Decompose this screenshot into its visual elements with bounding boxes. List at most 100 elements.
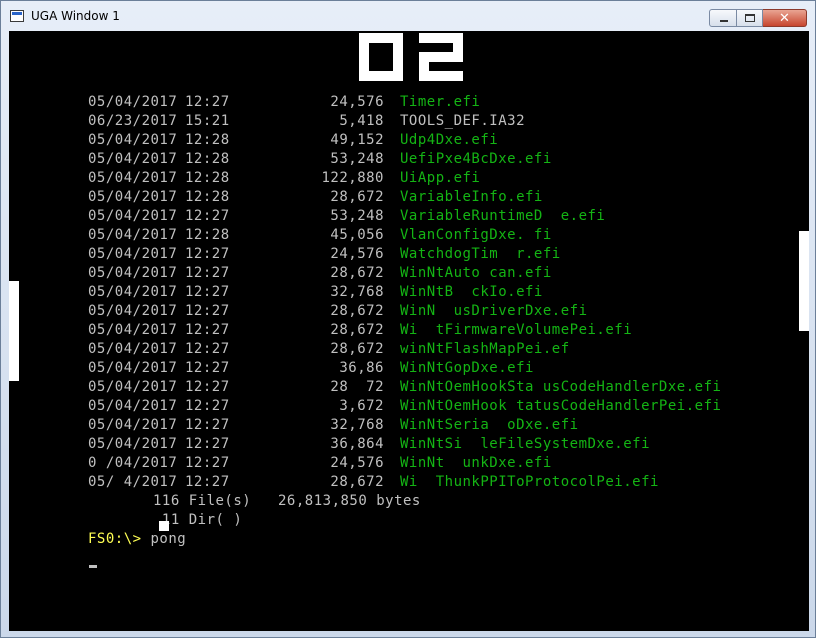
file-name: WinNtSi leFileSystemDxe.efi: [400, 436, 651, 452]
file-date: 05/04/2017: [88, 265, 178, 281]
close-button[interactable]: ✕: [763, 9, 807, 27]
file-size: 28,672: [330, 322, 384, 338]
file-time: 15:21: [185, 113, 230, 129]
file-name: UefiPxe4BcDxe.efi: [400, 151, 552, 167]
file-time: 12:27: [185, 208, 230, 224]
file-size: 53,248: [330, 208, 384, 224]
file-name: WinNtAuto can.efi: [400, 265, 552, 281]
title-bar[interactable]: UGA Window 1 ✕: [1, 1, 815, 31]
file-time: 12:28: [185, 170, 230, 186]
maximize-icon: [745, 14, 755, 22]
file-name: WinNtOemHook tatusCodeHandlerPei.efi: [400, 398, 722, 414]
file-size: 24,576: [330, 455, 384, 471]
prompt-label: FS0:\>: [88, 531, 142, 547]
file-date: 05/04/2017: [88, 322, 178, 338]
file-size: 36,864: [330, 436, 384, 452]
file-name: WinNtGopDxe.efi: [400, 360, 534, 376]
file-size: 3,672: [339, 398, 384, 414]
file-name: Udp4Dxe.efi: [400, 132, 499, 148]
file-time: 12:27: [185, 455, 230, 471]
file-date: 05/04/2017: [88, 341, 178, 357]
file-date: 05/04/2017: [88, 360, 178, 376]
file-name: WatchdogTim r.efi: [400, 246, 561, 262]
shell-prompt: FS0:\> pong: [88, 530, 186, 549]
maximize-button[interactable]: [737, 9, 763, 27]
file-date: 05/04/2017: [88, 170, 178, 186]
file-date: 05/04/2017: [88, 189, 178, 205]
file-time: 12:27: [185, 341, 230, 357]
file-name: winNtFlashMapPei.ef: [400, 341, 570, 357]
file-name: WinNtSeria oDxe.efi: [400, 417, 579, 433]
file-size: 28,672: [330, 265, 384, 281]
file-date: 05/04/2017: [88, 151, 178, 167]
close-icon: ✕: [779, 11, 790, 26]
file-date: 05/04/2017: [88, 417, 178, 433]
file-date: 05/04/2017: [88, 284, 178, 300]
window-controls: ✕: [709, 9, 807, 29]
file-time: 12:27: [185, 94, 230, 110]
file-name: WinNt unkDxe.efi: [400, 455, 552, 471]
file-date: 05/04/2017: [88, 227, 178, 243]
file-date: 05/04/2017: [88, 132, 178, 148]
file-name: Timer.efi: [400, 94, 481, 110]
file-size: 24,576: [330, 94, 384, 110]
file-size: 32,768: [330, 417, 384, 433]
file-name: VariableRuntimeD e.efi: [400, 208, 606, 224]
uga-screen[interactable]: 05/04/2017 12:27 24,576 Timer.efi 06/23/2017…: [9, 31, 809, 631]
file-count-summary: 116 File(s) 26,813,850 bytes: [153, 493, 421, 509]
file-size: 49,152: [330, 132, 384, 148]
left-paddle: [9, 281, 19, 381]
file-size: 122,880: [321, 170, 384, 186]
file-name: VlanConfigDxe. fi: [400, 227, 552, 243]
file-time: 12:27: [185, 322, 230, 338]
score-digits: [359, 33, 463, 81]
file-size: 28 72: [330, 379, 384, 395]
file-name: UiApp.efi: [400, 170, 481, 186]
file-time: 12:27: [185, 474, 230, 490]
file-time: 12:28: [185, 132, 230, 148]
file-date: 0 /04/2017: [88, 455, 178, 471]
file-time: 12:27: [185, 436, 230, 452]
shell-console: 05/04/2017 12:27 24,576 Timer.efi 06/23/2017…: [9, 31, 809, 631]
uga-window: UGA Window 1 ✕ 05/04/2017 12:27 24,576 Time…: [0, 0, 816, 638]
file-size: 28,672: [330, 474, 384, 490]
right-paddle: [799, 231, 809, 331]
file-name: TOOLS_DEF.IA32: [400, 113, 526, 129]
file-name: WinN usDriverDxe.efi: [400, 303, 588, 319]
file-time: 12:27: [185, 360, 230, 376]
file-name: Wi tFirmwareVolumePei.efi: [400, 322, 633, 338]
file-date: 05/04/2017: [88, 436, 178, 452]
pong-score: [359, 33, 463, 81]
file-time: 12:27: [185, 265, 230, 281]
file-date: 05/04/2017: [88, 379, 178, 395]
text-cursor: [89, 565, 97, 568]
file-time: 12:28: [185, 189, 230, 205]
pong-ball: [159, 521, 169, 531]
window-title: UGA Window 1: [31, 9, 120, 23]
score-segment: [359, 33, 369, 62]
file-date: 05/04/2017: [88, 303, 178, 319]
minimize-button[interactable]: [709, 9, 737, 27]
file-time: 12:27: [185, 417, 230, 433]
file-size: 24,576: [330, 246, 384, 262]
minimize-icon: [720, 20, 728, 22]
score-segment: [419, 71, 463, 81]
file-name: WinNtOemHookSta usCodeHandlerDxe.efi: [400, 379, 722, 395]
file-date: 05/ 4/2017: [88, 474, 178, 490]
file-date: 05/04/2017: [88, 94, 178, 110]
file-size: 28,672: [330, 341, 384, 357]
file-size: 28,672: [330, 189, 384, 205]
file-time: 12:27: [185, 284, 230, 300]
file-size: 53,248: [330, 151, 384, 167]
file-time: 12:27: [185, 303, 230, 319]
window-app-icon: [10, 10, 24, 22]
file-time: 12:28: [185, 151, 230, 167]
file-time: 12:27: [185, 246, 230, 262]
file-name: VariableInfo.efi: [400, 189, 543, 205]
file-time: 12:27: [185, 379, 230, 395]
prompt-command: pong: [141, 531, 187, 547]
file-date: 05/04/2017: [88, 398, 178, 414]
file-size: 45,056: [330, 227, 384, 243]
file-time: 12:27: [185, 398, 230, 414]
file-name: WinNtB ckIo.efi: [400, 284, 543, 300]
